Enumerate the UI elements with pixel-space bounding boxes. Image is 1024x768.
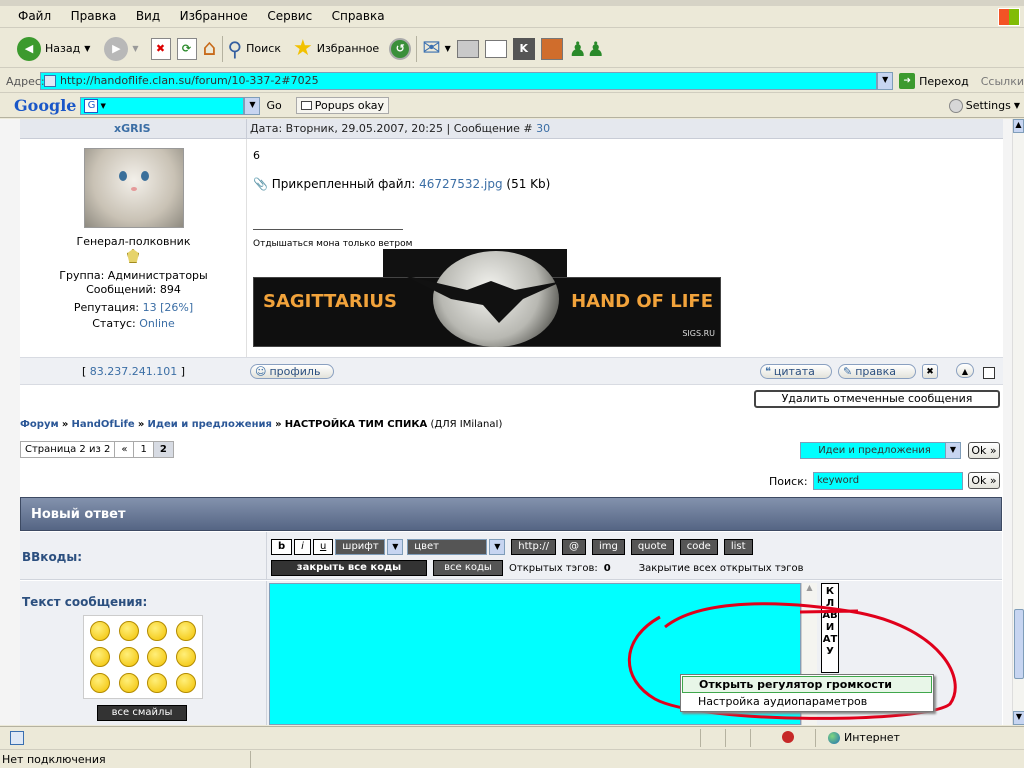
mail-button[interactable]: ✉ ▼ xyxy=(419,34,454,64)
back-button[interactable]: ◀ Назад ▼ xyxy=(14,34,93,64)
messenger-icon: ♟♟ xyxy=(568,36,605,61)
back-arrow-icon: ◀ xyxy=(17,36,41,61)
links-label[interactable]: Ссылки xyxy=(981,75,1024,88)
favorites-button[interactable]: ★ Избранное xyxy=(290,34,382,64)
google-toolbar: Google G ▼ ▼ Go Popups okay Settings ▼ xyxy=(0,94,1024,118)
google-dropdown[interactable]: ▼ xyxy=(244,96,261,115)
google-g-icon: G xyxy=(84,98,99,113)
menu-edit[interactable]: Правка xyxy=(63,6,125,26)
page-status-icon xyxy=(10,731,24,745)
home-button[interactable]: ⌂ xyxy=(200,34,220,64)
chevron-down-icon: ▼ xyxy=(444,44,451,53)
chevron-down-icon: ▼ xyxy=(1013,101,1020,110)
scroll-down-arrow-icon[interactable]: ▼ xyxy=(1013,711,1024,725)
refresh-button[interactable]: ⟳ xyxy=(174,34,200,64)
menu-view[interactable]: Вид xyxy=(128,6,168,26)
mail-icon: ✉ xyxy=(422,36,441,61)
print-button[interactable] xyxy=(454,34,482,64)
address-label: Адрес: xyxy=(6,74,45,88)
os-status-bar: Нет подключения xyxy=(0,749,1024,768)
stop-icon: ✖ xyxy=(150,37,171,60)
address-input[interactable]: http://handoflife.clan.su/forum/10-337-2… xyxy=(40,72,878,90)
search-icon: ⚲ xyxy=(227,36,243,61)
menu-bar: Файл Правка Вид Избранное Сервис Справка xyxy=(0,6,1024,28)
page-scrollbar[interactable]: ▲ ▼ xyxy=(1012,119,1024,725)
google-logo: Google xyxy=(14,96,77,115)
toolbar-separator xyxy=(221,35,223,62)
status-divider xyxy=(250,751,251,768)
edit-page-button[interactable] xyxy=(482,34,510,64)
status-divider xyxy=(750,729,751,747)
search-button[interactable]: ⚲ Поиск xyxy=(225,34,285,64)
history-icon: ↺ xyxy=(389,37,412,60)
forward-arrow-icon: ▶ xyxy=(104,36,129,61)
page-viewport: xGRIS Дата: Вторник, 29.05.2007, 20:25 |… xyxy=(0,119,1012,725)
scroll-thumb[interactable] xyxy=(1014,609,1024,679)
history-button[interactable]: ↺ xyxy=(386,34,414,64)
connection-status: Нет подключения xyxy=(2,753,106,766)
home-icon: ⌂ xyxy=(202,36,217,61)
toolbar-separator xyxy=(416,35,418,62)
toolbar: ◀ Назад ▼ ▶ ▼ ✖ ⟳ ⌂ ⚲ Поиск ★ Избранное ↺ ✉ ▼ … xyxy=(0,30,1024,68)
address-bar: Адрес: http://handoflife.clan.su/forum/1… xyxy=(0,70,1024,93)
menu-help[interactable]: Справка xyxy=(324,6,393,26)
status-divider xyxy=(815,729,816,747)
address-dropdown[interactable]: ▼ xyxy=(877,72,894,90)
kerio-button[interactable]: K xyxy=(510,34,538,64)
menu-tools[interactable]: Сервис xyxy=(259,6,320,26)
context-item-volume[interactable]: Открыть регулятор громкости xyxy=(682,676,932,693)
chevron-down-icon: ▼ xyxy=(84,44,91,53)
go-arrow-icon: ➜ xyxy=(899,73,916,89)
page-icon xyxy=(44,75,56,87)
settings-button[interactable]: Settings ▼ xyxy=(948,98,1020,113)
k-icon: K xyxy=(512,37,535,60)
status-divider xyxy=(700,729,701,747)
context-menu: Открыть регулятор громкости Настройка ау… xyxy=(680,674,934,712)
globe-icon xyxy=(828,731,840,744)
windows-logo-icon xyxy=(998,8,1020,26)
chevron-down-icon: ▼ xyxy=(132,44,139,53)
messenger-button[interactable]: ♟♟ xyxy=(566,34,608,64)
menu-favorites[interactable]: Избранное xyxy=(172,6,256,26)
status-divider xyxy=(725,729,726,747)
stop-button[interactable]: ✖ xyxy=(148,34,174,64)
google-search-input[interactable]: G ▼ xyxy=(80,96,245,115)
google-go-button[interactable]: Go xyxy=(266,99,281,112)
context-item-audio-settings[interactable]: Настройка аудиопараметров xyxy=(682,693,932,710)
go-button[interactable]: ➜ Переход xyxy=(899,73,969,89)
printer-icon xyxy=(456,39,479,58)
chevron-down-icon: ▼ xyxy=(100,101,106,110)
ie-status-bar: Интернет xyxy=(0,726,1024,748)
menu-file[interactable]: Файл xyxy=(10,6,59,26)
research-button[interactable] xyxy=(538,34,566,64)
edit-icon xyxy=(484,39,507,58)
scroll-up-arrow-icon[interactable]: ▲ xyxy=(1013,119,1024,133)
refresh-icon: ⟳ xyxy=(176,37,197,60)
settings-circle-icon xyxy=(948,98,963,113)
security-icon xyxy=(782,731,794,743)
forward-button[interactable]: ▶ ▼ xyxy=(101,34,141,64)
internet-zone: Интернет xyxy=(828,731,900,744)
popup-blocker-icon xyxy=(300,101,312,110)
star-icon: ★ xyxy=(293,36,313,61)
research-icon xyxy=(540,37,563,60)
popups-button[interactable]: Popups okay xyxy=(295,97,390,114)
annotation-circle xyxy=(627,602,957,720)
